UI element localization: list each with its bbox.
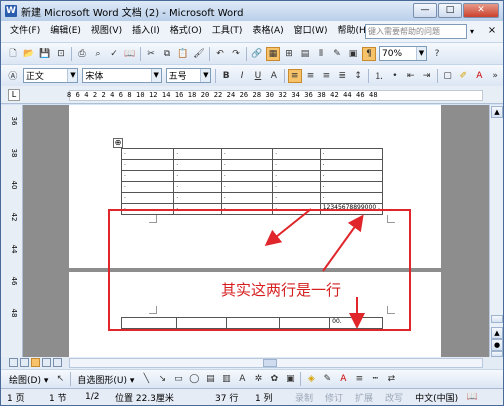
draw-menu[interactable]: 绘图(D) ▾ [5, 373, 52, 386]
dash-style-icon[interactable]: ┅ [368, 372, 382, 386]
status-extend[interactable]: 扩展 [349, 391, 379, 404]
status-revision[interactable]: 修订 [319, 391, 349, 404]
prev-page-icon[interactable]: ▲ [491, 327, 503, 339]
textbox-icon[interactable]: ▤ [203, 372, 217, 386]
status-column: 1 列 [255, 393, 273, 404]
status-pages: 1/2 [85, 392, 100, 402]
rectangle-icon[interactable]: ▭ [171, 372, 185, 386]
clipart-icon[interactable]: ✿ [267, 372, 281, 386]
oval-icon[interactable]: ◯ [187, 372, 201, 386]
status-position: 位置 22.3厘米 [115, 393, 174, 404]
fill-color-icon[interactable]: ◈ [304, 372, 318, 386]
status-section: 1 节 [49, 393, 67, 404]
wordart-icon[interactable]: A [235, 372, 249, 386]
arrow-up [322, 214, 364, 272]
annotation-text: 其实这两行是一行 [221, 281, 342, 299]
status-overtype[interactable]: 改写 [379, 391, 409, 404]
line-color-icon[interactable]: ✎ [320, 372, 334, 386]
reading-view-icon[interactable] [53, 358, 62, 367]
arrow-icon[interactable]: ↘ [155, 372, 169, 386]
line-style-icon[interactable]: ≡ [352, 372, 366, 386]
browse-object-icon[interactable]: ● [491, 339, 503, 351]
font-color-icon[interactable]: A [336, 372, 350, 386]
annotation-arrows [264, 208, 365, 329]
outline-view-icon[interactable] [42, 358, 51, 367]
status-record[interactable]: 录制 [289, 391, 319, 404]
select-objects-icon[interactable]: ↖ [53, 372, 67, 386]
drawing-toolbar: 绘图(D) ▾ ↖ 自选图形(U) ▾ ╲ ↘ ▭ ◯ ▤ ▥ A ✲ ✿ ▣ … [1, 369, 503, 388]
picture-icon[interactable]: ▣ [283, 372, 297, 386]
line-icon[interactable]: ╲ [139, 372, 153, 386]
arrow-style-icon[interactable]: ⇄ [384, 372, 398, 386]
status-line: 37 行 [215, 393, 239, 404]
diagram-icon[interactable]: ✲ [251, 372, 265, 386]
status-bar: 1 页 1 节 1/2 位置 22.3厘米 37 行 1 列 录制 修订 扩展 … [1, 388, 503, 405]
word-window: W 新建 Microsoft Word 文档 (2) - Microsoft W… [0, 0, 504, 406]
separator [70, 372, 72, 386]
status-page: 1 页 [7, 393, 25, 404]
print-layout-icon[interactable] [31, 358, 40, 367]
autoshapes-menu[interactable]: 自选图形(U) ▾ [73, 373, 138, 386]
vertical-scrollbar[interactable]: ▲ ▲ ● [489, 105, 503, 357]
normal-view-icon[interactable] [9, 358, 18, 367]
status-language: 中文(中国) [415, 393, 459, 404]
web-view-icon[interactable] [20, 358, 29, 367]
scroll-thumb[interactable] [491, 315, 503, 323]
separator [300, 372, 302, 386]
vertical-textbox-icon[interactable]: ▥ [219, 372, 233, 386]
scroll-up-icon[interactable]: ▲ [491, 106, 503, 118]
spelling-status-icon[interactable]: 📖 [465, 390, 479, 404]
horizontal-scroll-thumb[interactable] [263, 359, 277, 367]
arrow-left [264, 208, 312, 246]
view-bar [1, 357, 503, 369]
